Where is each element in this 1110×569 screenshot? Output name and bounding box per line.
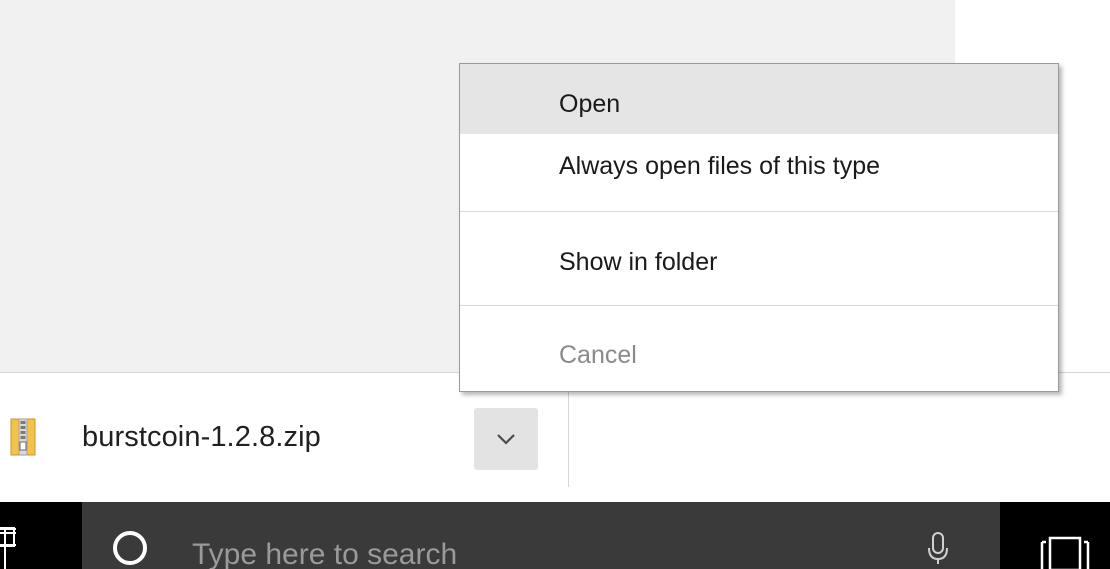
menu-item-cancel[interactable]: Cancel — [460, 318, 1058, 392]
download-context-menu: Open Always open files of this type Show… — [459, 63, 1059, 392]
zip-archive-icon — [10, 418, 36, 456]
taskbar: Type here to search — [0, 502, 1110, 569]
menu-item-show-in-folder[interactable]: Show in folder — [460, 224, 1058, 308]
menu-item-always-open[interactable]: Always open files of this type — [460, 134, 1058, 204]
screen: burstcoin-1.2.8.zip Open Always open fil… — [0, 0, 1110, 569]
task-view-icon[interactable] — [1040, 536, 1090, 569]
microphone-icon[interactable] — [927, 532, 949, 564]
download-item[interactable]: burstcoin-1.2.8.zip — [0, 373, 568, 503]
menu-separator — [460, 305, 1058, 306]
menu-separator — [460, 211, 1058, 212]
windows-logo-icon — [0, 527, 16, 569]
taskbar-search-box[interactable]: Type here to search — [82, 502, 1000, 569]
chevron-down-icon — [497, 434, 515, 445]
cortana-circle-icon — [113, 531, 147, 565]
download-file-name: burstcoin-1.2.8.zip — [82, 421, 321, 453]
start-button[interactable] — [0, 502, 82, 569]
search-placeholder: Type here to search — [192, 538, 458, 569]
shelf-divider — [568, 387, 569, 487]
download-options-button[interactable] — [474, 408, 538, 470]
menu-item-open[interactable]: Open — [460, 64, 1058, 134]
